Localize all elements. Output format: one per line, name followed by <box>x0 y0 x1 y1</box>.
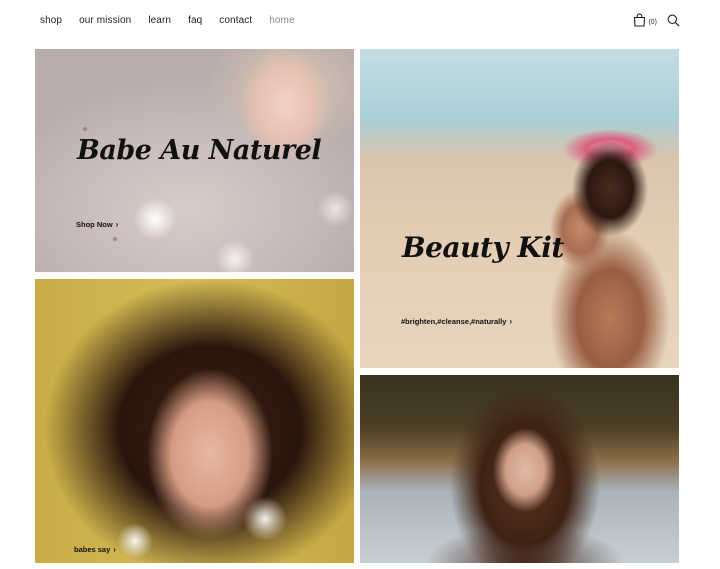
cart-button[interactable]: (0) <box>633 13 657 27</box>
babes-say-link[interactable]: babes say › <box>74 545 116 554</box>
tile-title: Babe Au Naturel <box>77 135 322 166</box>
nav-links: shop our mission learn faq contact home <box>40 15 312 26</box>
chevron-right-icon: › <box>509 317 513 326</box>
tile-title: Beauty Kit <box>402 231 564 264</box>
nav-link-contact[interactable]: contact <box>219 15 252 26</box>
nav-link-our-mission[interactable]: our mission <box>79 15 131 26</box>
link-label: #brighten,#cleanse,#naturally <box>401 317 507 326</box>
top-navigation: shop our mission learn faq contact home … <box>0 0 720 42</box>
nav-link-shop[interactable]: shop <box>40 15 62 26</box>
cart-count: (0) <box>648 19 657 26</box>
tile-babes-say[interactable]: babes say › <box>35 279 354 563</box>
tile-babe-au-naturel[interactable]: Babe Au Naturel Shop Now › <box>35 49 354 272</box>
chevron-right-icon: › <box>115 220 119 229</box>
hashtags-link[interactable]: #brighten,#cleanse,#naturally › <box>401 317 512 326</box>
nav-actions: (0) <box>633 13 680 27</box>
nav-link-learn[interactable]: learn <box>148 15 171 26</box>
search-icon[interactable] <box>667 14 680 27</box>
tile-portrait[interactable] <box>360 375 679 563</box>
nav-link-home[interactable]: home <box>269 15 294 26</box>
shop-now-link[interactable]: Shop Now › <box>76 220 118 229</box>
nav-link-faq[interactable]: faq <box>188 15 202 26</box>
link-label: Shop Now <box>76 220 113 229</box>
chevron-right-icon: › <box>113 545 116 554</box>
link-label: babes say <box>74 545 111 554</box>
tile-beauty-kit[interactable]: Beauty Kit #brighten,#cleanse,#naturally… <box>360 49 679 368</box>
shopping-bag-icon <box>633 13 646 27</box>
